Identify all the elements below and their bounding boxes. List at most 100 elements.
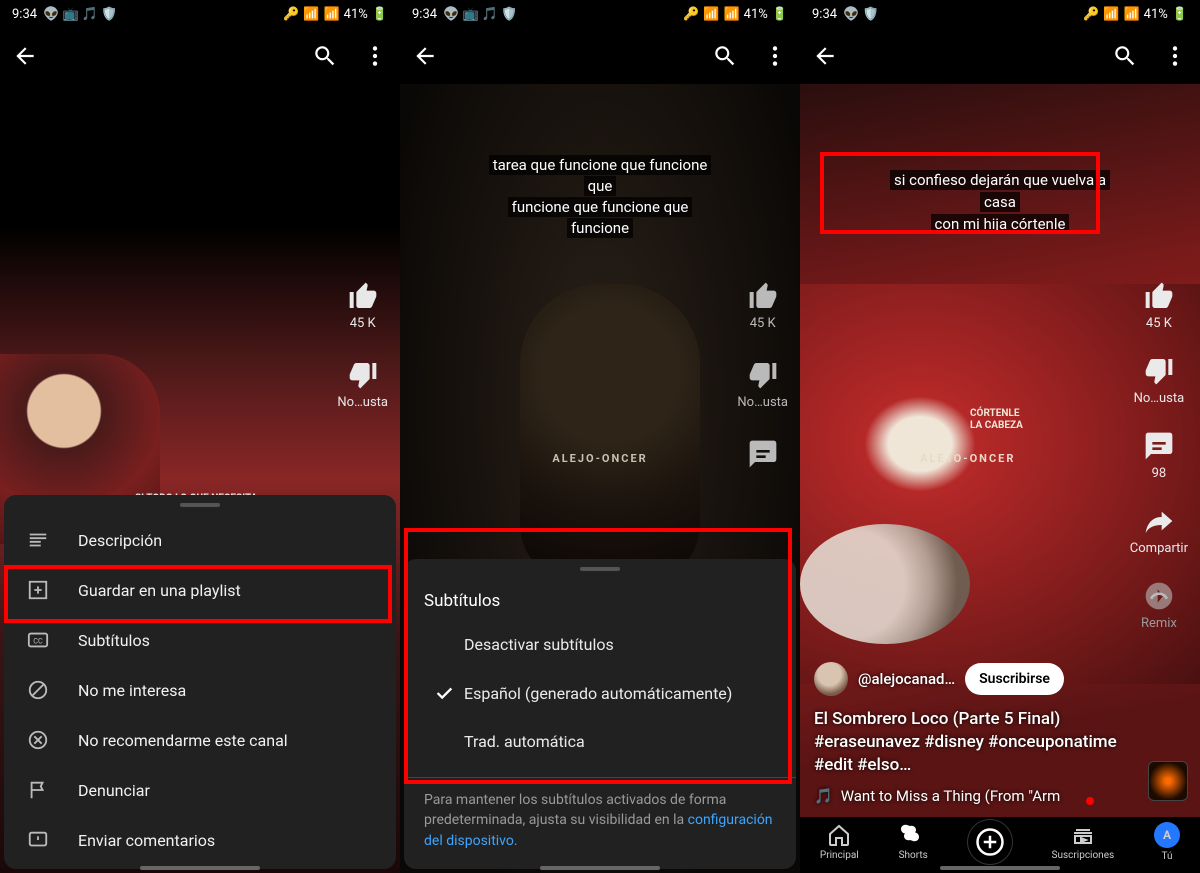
back-icon[interactable]	[412, 43, 438, 69]
video-info: @alejocanad… Suscribirse El Sombrero Loc…	[814, 662, 1140, 805]
action-rail: 45 K No…usta 98 Compartir Remix	[1130, 280, 1188, 631]
channel-name[interactable]: @alejocanad…	[858, 670, 955, 688]
video-title[interactable]: El Sombrero Loco (Parte 5 Final) #eraseu…	[814, 708, 1140, 777]
user-avatar-icon: A	[1154, 822, 1180, 848]
video-ruff	[800, 524, 970, 644]
comment-button[interactable]: 98	[1143, 430, 1175, 481]
status-time: 9:34	[812, 7, 837, 22]
not-interested-icon	[26, 679, 50, 701]
channel-avatar[interactable]	[814, 662, 848, 696]
battery-icon: 🔋	[372, 7, 388, 22]
subtitles-auto-translate[interactable]: Trad. automática	[404, 718, 796, 765]
burned-caption: CÓRTENLE LA CABEZA	[970, 408, 1023, 432]
sheet-dont-recommend[interactable]: No recomendarme este canal	[4, 715, 396, 765]
sheet-subtitles[interactable]: CC Subtítulos	[4, 615, 396, 665]
search-icon[interactable]	[1112, 43, 1138, 69]
gesture-bar[interactable]	[940, 866, 1060, 870]
remix-button[interactable]: Remix	[1141, 580, 1177, 631]
screen-1: 9:34 👽 📺 🎵 🛡️ 🔑 📶 📶 41% 🔋 SI TODO LO QU	[0, 0, 400, 873]
music-title: Want to Miss a Thing (From "Arm	[841, 787, 1061, 805]
bottom-nav: Principal Shorts Suscripciones A Tú	[800, 817, 1200, 873]
search-icon[interactable]	[312, 43, 338, 69]
dislike-button[interactable]: No…usta	[737, 359, 788, 410]
subtitle-overlay: tarea que funcione que funcione que func…	[400, 155, 800, 239]
battery-pct: 41%	[1144, 7, 1168, 22]
cc-icon: CC	[26, 629, 50, 651]
description-icon	[26, 529, 50, 551]
sheet-handle[interactable]	[580, 567, 620, 571]
comment-button[interactable]	[747, 438, 779, 470]
status-apps-icon: 👽 📺 🎵 🛡️	[43, 7, 117, 22]
status-time: 9:34	[12, 7, 37, 22]
status-bar: 9:34 👽 📺 🎵 🛡️ 🔑 📶 📶 41% 🔋	[0, 0, 400, 28]
more-icon[interactable]	[762, 43, 788, 69]
music-icon: 🎵	[814, 787, 833, 805]
share-label: Compartir	[1130, 541, 1188, 556]
wifi-icon: 📶	[1103, 7, 1119, 22]
subtitles-title: Subtítulos	[404, 579, 796, 621]
wifi-icon: 📶	[703, 7, 719, 22]
battery-icon: 🔋	[1172, 7, 1188, 22]
more-icon[interactable]	[1162, 43, 1188, 69]
like-button[interactable]: 45 K	[1143, 280, 1175, 331]
vpn-icon: 🔑	[1083, 7, 1099, 22]
dislike-label: No…usta	[337, 395, 388, 410]
battery-pct: 41%	[744, 7, 768, 22]
subtitles-off[interactable]: Desactivar subtítulos	[404, 621, 796, 668]
share-button[interactable]: Compartir	[1130, 505, 1188, 556]
nav-you[interactable]: A Tú	[1154, 822, 1180, 862]
remix-label: Remix	[1141, 616, 1177, 631]
feedback-icon	[26, 829, 50, 851]
nav-home[interactable]: Principal	[820, 823, 859, 861]
like-button[interactable]: 45 K	[347, 280, 379, 331]
app-bar	[0, 28, 400, 84]
nav-subscriptions[interactable]: Suscripciones	[1052, 823, 1115, 861]
back-icon[interactable]	[12, 43, 38, 69]
battery-pct: 41%	[344, 7, 368, 22]
wifi-icon: 📶	[303, 7, 319, 22]
sheet-not-interested[interactable]: No me interesa	[4, 665, 396, 715]
back-icon[interactable]	[812, 43, 838, 69]
app-bar	[800, 28, 1200, 84]
search-icon[interactable]	[712, 43, 738, 69]
status-bar: 9:34 👽 🛡️ 🔑 📶 📶 41% 🔋	[800, 0, 1200, 28]
nav-create[interactable]	[968, 820, 1012, 864]
sheet-feedback[interactable]: Enviar comentarios	[4, 815, 396, 865]
dislike-label: No…usta	[1134, 391, 1185, 406]
signal-icon: 📶	[1123, 7, 1139, 22]
signal-icon: 📶	[323, 7, 339, 22]
dislike-button[interactable]: No…usta	[1134, 355, 1185, 406]
like-count: 45 K	[750, 316, 776, 331]
more-icon[interactable]	[362, 43, 388, 69]
sheet-description[interactable]: Descripción	[4, 515, 396, 565]
like-count: 45 K	[350, 316, 376, 331]
app-bar	[400, 28, 800, 84]
subtitles-spanish-auto[interactable]: Español (generado automáticamente)	[404, 668, 796, 718]
subtitle-overlay: si confieso dejarán que vuelva a casa co…	[800, 170, 1200, 235]
vpn-icon: 🔑	[683, 7, 699, 22]
dislike-label: No…usta	[737, 395, 788, 410]
sheet-handle[interactable]	[180, 503, 220, 507]
comment-count: 98	[1152, 466, 1167, 481]
like-count: 45 K	[1146, 316, 1172, 331]
status-time: 9:34	[412, 7, 437, 22]
remove-circle-icon	[26, 729, 50, 751]
action-rail: 45 K No…usta	[337, 280, 388, 410]
signal-icon: 📶	[723, 7, 739, 22]
gesture-bar[interactable]	[140, 866, 260, 870]
status-apps-icon: 👽 📺 🎵 🛡️	[443, 7, 517, 22]
nav-shorts[interactable]: Shorts	[899, 823, 928, 861]
svg-text:CC: CC	[33, 637, 43, 646]
video-person	[520, 284, 700, 584]
screen-2: 9:34 👽 📺 🎵 🛡️ 🔑 📶 📶 41% 🔋 tarea que fun	[400, 0, 800, 873]
dislike-button[interactable]: No…usta	[337, 359, 388, 410]
sheet-save-playlist[interactable]: Guardar en una playlist	[4, 565, 396, 615]
battery-icon: 🔋	[772, 7, 788, 22]
gesture-bar[interactable]	[540, 866, 660, 870]
like-button[interactable]: 45 K	[747, 280, 779, 331]
subscribe-button[interactable]: Suscribirse	[965, 663, 1064, 695]
music-thumb[interactable]	[1148, 761, 1188, 801]
sheet-report[interactable]: Denunciar	[4, 765, 396, 815]
flag-icon	[26, 779, 50, 801]
notification-dot	[1086, 797, 1094, 805]
